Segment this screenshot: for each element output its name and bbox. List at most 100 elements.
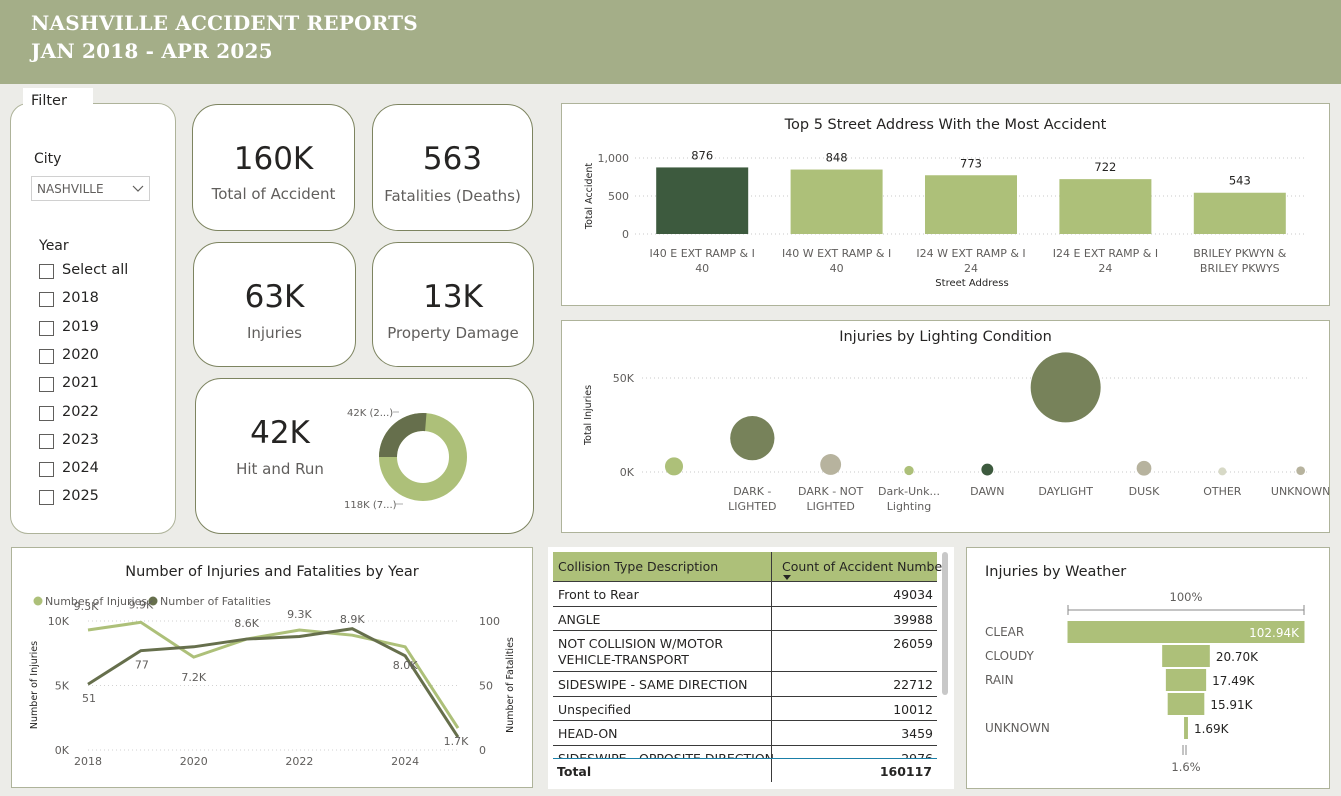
x-tick-label: 2022 [285,755,313,768]
x-tick-label: DAWN [970,485,1004,498]
bar[interactable] [1193,192,1286,234]
bar[interactable] [790,169,883,234]
funnel-value-label: 102.94K [1249,626,1300,640]
funnel-category-label: UNKNOWN [985,721,1050,735]
y2-tick-label: 0 [479,744,486,757]
legend-injuries-marker [33,596,43,606]
header-collision-type[interactable]: Collision Type Description [558,559,718,574]
x-tick-label: I40 W EXT RAMP & I [782,247,891,260]
year-option-label[interactable]: 2023 [62,432,99,448]
injuries-data-label: 8.9K [340,613,365,626]
x-tick-label: DUSK [1129,485,1161,498]
bubble[interactable] [1136,460,1152,476]
year-checkbox-2025[interactable] [39,490,54,506]
y-axis-label: Number of Injuries [29,641,40,729]
y2-axis-label: Number of Fatalities [505,637,516,733]
bubble[interactable] [664,457,684,476]
count-cell: 39988 [893,611,933,627]
funnel-top-percent: 100% [1170,590,1203,604]
x-axis-label: Street Address [935,278,1008,289]
year-checkbox-2019[interactable] [39,320,54,336]
funnel-bar[interactable] [1162,645,1210,667]
bubble[interactable] [1296,466,1306,476]
y-axis-label: Total Accident [584,163,595,231]
weather-chart: Injuries by Weather 100% CLEAR 102.94K CLOU… [966,547,1330,789]
bar[interactable] [1059,179,1152,234]
total-label: Total [557,764,592,779]
y2-tick-label: 50 [479,680,493,693]
year-checkbox-2023[interactable] [39,433,54,449]
lighting-condition-chart: Injuries by Lighting Condition 0K 50K Tota… [561,320,1330,533]
table-row[interactable]: SIDESWIPE - OPPOSITE DIRECTION 2976 [553,746,937,759]
funnel-bar[interactable] [1184,717,1188,739]
year-checkbox-2024[interactable] [39,462,54,478]
bubble[interactable] [981,463,994,476]
funnel-bar[interactable] [1165,669,1207,691]
funnel-value-label: 17.49K [1212,674,1255,688]
year-option-label[interactable]: 2024 [62,460,99,476]
y-tick-label: 0 [622,228,629,241]
table-row[interactable]: SIDESWIPE - SAME DIRECTION 22712 [553,672,937,697]
injuries-fatalities-chart: Number of Injuries and Fatalities by Yea… [11,547,533,788]
year-option-label[interactable]: 2018 [62,290,99,306]
table-row[interactable]: Front to Rear 49034 [553,582,937,607]
collision-table-body: Front to Rear 49034 ANGLE 39988 NOT COLLISIO… [553,582,937,758]
bubble[interactable] [820,454,842,475]
bubble[interactable] [904,465,914,476]
year-option-label[interactable]: 2022 [62,404,99,420]
header-count[interactable]: Count of Accident Number [782,559,947,574]
bubble[interactable] [1218,467,1227,476]
y-axis-label: Total Injuries [583,385,594,446]
kpi-injuries-label: Injuries [247,324,302,342]
count-cell: 10012 [893,701,933,717]
bubble[interactable] [1030,352,1101,423]
collision-type-cell: SIDESWIPE - SAME DIRECTION [558,677,748,692]
table-row[interactable]: HEAD-ON 3459 [553,721,937,746]
x-tick-label: LIGHTED [807,500,855,513]
year-checkbox-select-all[interactable] [39,264,54,279]
year-label: Year [39,238,69,254]
lighting-bubble-plot: 0K 50K Total Injuries DARK - LIGHTED DARK - N… [583,352,1329,513]
kpi-injuries-value: 63K [244,279,305,315]
city-dropdown[interactable]: NASHVILLE [31,176,150,201]
year-option-label[interactable]: 2019 [62,319,99,335]
table-row[interactable]: ANGLE 39988 [553,607,937,631]
bar[interactable] [656,167,749,234]
y-tick-label: 5K [55,680,70,693]
kpi-total-value: 160K [233,141,314,177]
year-checkbox-2021[interactable] [39,377,54,393]
injuries-data-label: 8.6K [234,617,259,630]
year-checkbox-2018[interactable] [39,292,54,308]
year-checkbox-2022[interactable] [39,405,54,421]
y-tick-label: 1,000 [598,152,630,165]
funnel-value-label: 1.69K [1194,722,1230,736]
y-tick-label: 50K [613,372,635,385]
top5-street-chart: Top 5 Street Address With the Most Accid… [561,103,1330,306]
count-cell: 26059 [893,636,933,651]
year-option-label[interactable]: 2020 [62,347,99,363]
kpi-total-accident: 160K Total of Accident [192,104,355,231]
chevron-down-icon [132,185,144,192]
donut-label-b: 118K (7...) [344,500,397,511]
total-separator [553,758,937,759]
year-option-label[interactable]: Select all [62,262,128,278]
table-row[interactable]: Unspecified 10012 [553,697,937,721]
bubble[interactable] [730,416,775,461]
kpi-injuries: 63K Injuries [193,242,356,367]
bar-data-label: 722 [1094,160,1116,174]
bar[interactable] [925,175,1017,234]
funnel-bar[interactable] [1167,693,1205,715]
y2-tick-label: 100 [479,615,500,628]
table-scrollbar[interactable] [942,552,948,695]
year-option-label[interactable]: 2025 [62,488,99,504]
injuries-data-label: 9.3K [287,608,312,621]
table-row[interactable]: NOT COLLISION W/MOTOR VEHICLE-TRANSPORT 2… [553,631,937,672]
filter-label: Filter [31,93,67,109]
collision-type-cell: SIDESWIPE - OPPOSITE DIRECTION [558,750,775,759]
injuries-data-label: 8.0K [393,659,418,672]
report-title-line2: JAN 2018 - APR 2025 [31,39,273,63]
year-checkbox-2020[interactable] [39,348,54,364]
year-option-label[interactable]: 2021 [62,375,99,391]
collision-type-cell: HEAD-ON [558,726,618,741]
kpi-property-label: Property Damage [387,324,519,342]
